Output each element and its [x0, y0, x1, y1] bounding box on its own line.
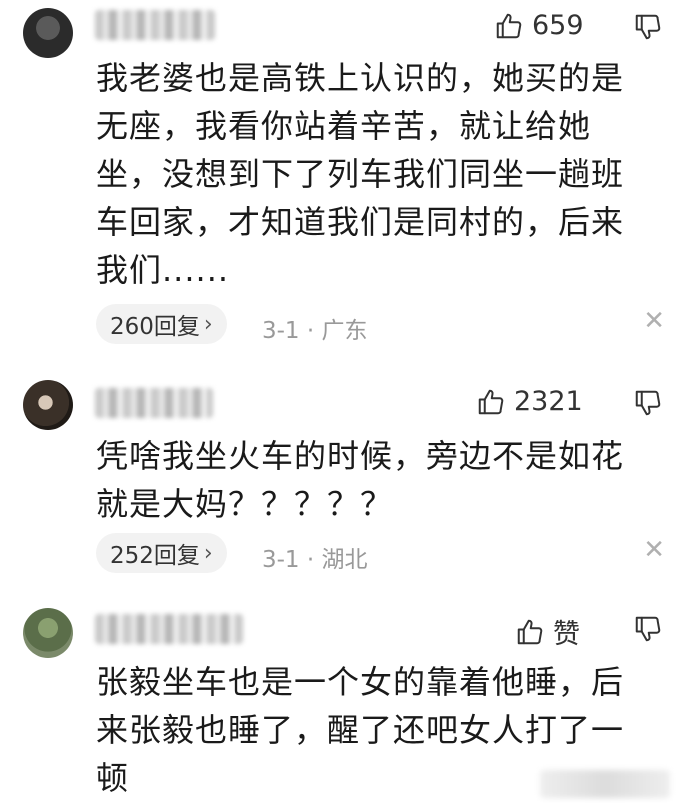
reply-count: 260回复	[110, 314, 200, 340]
reply-button[interactable]: 260回复 ›	[96, 304, 227, 344]
chevron-right-icon: ›	[203, 311, 213, 337]
avatar[interactable]	[23, 8, 73, 58]
like-count: 2321	[514, 386, 583, 417]
like-button[interactable]: 赞	[515, 612, 580, 651]
dislike-button[interactable]	[633, 12, 663, 42]
like-button[interactable]: 659	[494, 10, 584, 41]
chevron-right-icon: ›	[203, 540, 213, 566]
close-icon[interactable]: ✕	[643, 535, 665, 565]
thumbs-down-icon	[635, 390, 661, 416]
dislike-button[interactable]	[633, 614, 663, 644]
avatar[interactable]	[23, 380, 73, 430]
like-button[interactable]: 2321	[476, 386, 583, 417]
thumbs-up-icon	[517, 619, 543, 644]
reply-button[interactable]: 252回复 ›	[96, 533, 227, 573]
dislike-button[interactable]	[633, 388, 663, 418]
thumbs-up-icon	[496, 13, 522, 38]
comment-meta: 3-1 · 湖北	[262, 547, 368, 573]
like-count: 659	[532, 10, 584, 41]
close-icon[interactable]: ✕	[643, 306, 665, 336]
comment-meta: 3-1 · 广东	[262, 318, 368, 344]
username-blurred[interactable]	[95, 388, 213, 418]
like-label: 赞	[553, 619, 580, 650]
reply-count: 252回复	[110, 543, 200, 569]
username-blurred[interactable]	[95, 10, 215, 40]
comment-text: 凭啥我坐火车的时候，旁边不是如花就是大妈？？？？？	[96, 437, 625, 523]
thumbs-down-icon	[635, 616, 661, 642]
watermark-blurred	[540, 770, 670, 798]
thumbs-up-icon	[478, 389, 504, 414]
thumbs-down-icon	[635, 14, 661, 40]
comment-text: 我老婆也是高铁上认识的，她买的是无座，我看你站着辛苦，就让给她坐，没想到下了列车…	[96, 59, 625, 289]
avatar[interactable]	[23, 608, 73, 658]
username-blurred[interactable]	[95, 614, 243, 644]
